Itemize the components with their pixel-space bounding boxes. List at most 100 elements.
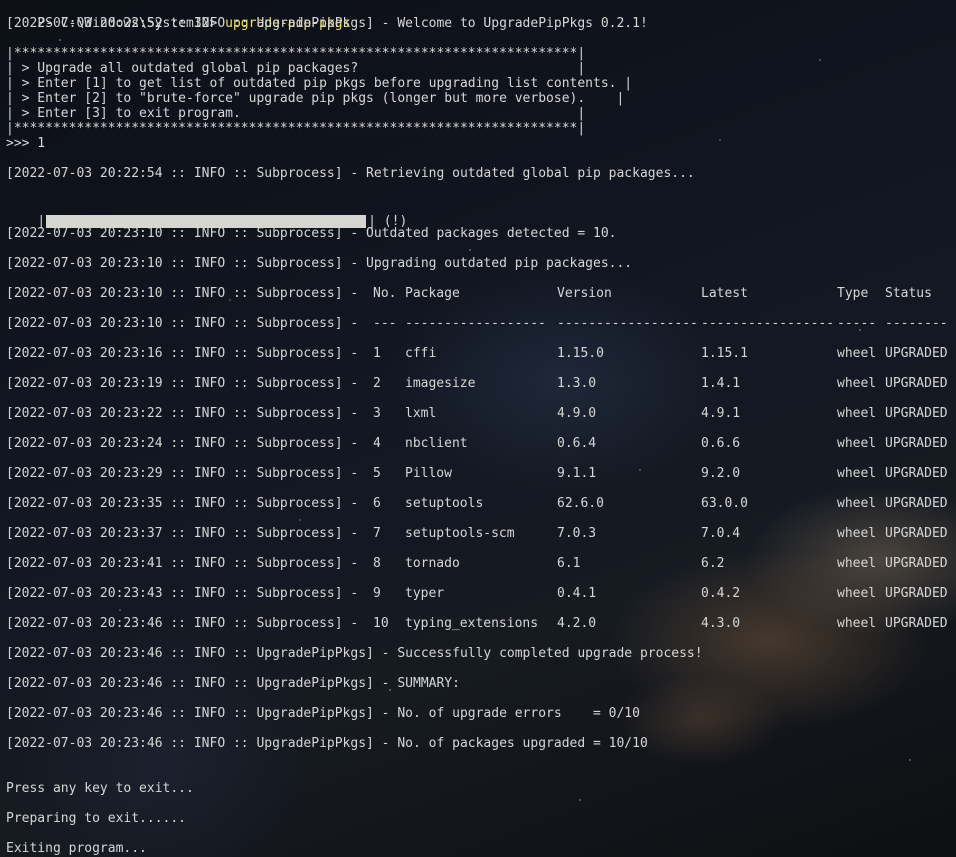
cell-latest: 1.15.1 xyxy=(701,346,748,361)
separator-type: ----- xyxy=(837,316,877,331)
cell-type: wheel xyxy=(837,466,877,481)
cell-status: UPGRADED xyxy=(885,376,948,391)
separator-status: -------- xyxy=(885,316,948,331)
cell-latest: 0.4.2 xyxy=(701,586,741,601)
cell-status: UPGRADED xyxy=(885,616,948,631)
press-key-line: Press any key to exit... xyxy=(6,781,194,796)
cell-type: wheel xyxy=(837,556,877,571)
column-header-version: Version xyxy=(557,286,612,301)
prompt-line: PS C:\Windows\System32> upgrade-pip-pkgs xyxy=(6,1,350,31)
log-line-completed: [2022-07-03 20:23:46 :: INFO :: UpgradeP… xyxy=(6,646,703,661)
cell-version: 4.2.0 xyxy=(557,616,597,631)
cell-no: 9 xyxy=(373,586,381,601)
cell-package: typer xyxy=(405,586,445,601)
cell-type: wheel xyxy=(837,436,877,451)
table-row: [2022-07-03 20:23:24 :: INFO :: Subproce… xyxy=(6,436,956,451)
cell-status: UPGRADED xyxy=(885,436,948,451)
table-row: [2022-07-03 20:23:16 :: INFO :: Subproce… xyxy=(6,346,956,361)
progress-bar: | | (!) xyxy=(6,196,407,229)
cell-latest: 9.2.0 xyxy=(701,466,741,481)
menu-line: | > Upgrade all outdated global pip pack… xyxy=(6,61,586,76)
exiting-line: Exiting program... xyxy=(6,841,147,856)
table-row: [2022-07-03 20:23:19 :: INFO :: Subproce… xyxy=(6,376,956,391)
cell-latest: 7.0.4 xyxy=(701,526,741,541)
cell-version: 7.0.3 xyxy=(557,526,597,541)
table-separator-row: [2022-07-03 20:23:10 :: INFO :: Subproce… xyxy=(6,316,956,331)
log-line-errors: [2022-07-03 20:23:46 :: INFO :: UpgradeP… xyxy=(6,706,640,721)
cell-no: 4 xyxy=(373,436,381,451)
cell-type: wheel xyxy=(837,526,877,541)
cell-version: 62.6.0 xyxy=(557,496,604,511)
cell-latest: 4.9.1 xyxy=(701,406,741,421)
cell-type: wheel xyxy=(837,376,877,391)
table-row: [2022-07-03 20:23:46 :: INFO :: Subproce… xyxy=(6,616,956,631)
cell-type: wheel xyxy=(837,586,877,601)
column-header-type: Type xyxy=(837,286,869,301)
cell-status: UPGRADED xyxy=(885,406,948,421)
log-line-retrieving: [2022-07-03 20:22:54 :: INFO :: Subproce… xyxy=(6,166,695,181)
log-prefix: [2022-07-03 20:23:43 :: INFO :: Subproce… xyxy=(6,586,367,601)
menu-line: | > Enter [1] to get list of outdated pi… xyxy=(6,76,633,91)
log-prefix: [2022-07-03 20:23:29 :: INFO :: Subproce… xyxy=(6,466,367,481)
column-header-status: Status xyxy=(885,286,932,301)
cell-type: wheel xyxy=(837,406,877,421)
cell-version: 0.6.4 xyxy=(557,436,597,451)
cell-no: 6 xyxy=(373,496,381,511)
separator-package: ------------------ xyxy=(405,316,546,331)
terminal-window[interactable]: PS C:\Windows\System32> upgrade-pip-pkgs… xyxy=(6,0,956,857)
cell-status: UPGRADED xyxy=(885,586,948,601)
preparing-exit-line: Preparing to exit...... xyxy=(6,811,187,826)
cell-no: 3 xyxy=(373,406,381,421)
cell-package: setuptools xyxy=(405,496,484,511)
menu-input-line: >>> 1 xyxy=(6,136,46,151)
menu-border-top: |***************************************… xyxy=(6,46,586,61)
cell-package: imagesize xyxy=(405,376,476,391)
cell-status: UPGRADED xyxy=(885,556,948,571)
welcome-line: [2022-07-03 20:22:52 :: INFO :: UpgradeP… xyxy=(6,16,648,31)
column-header-package: Package xyxy=(405,286,460,301)
cell-latest: 0.6.6 xyxy=(701,436,741,451)
table-row: [2022-07-03 20:23:43 :: INFO :: Subproce… xyxy=(6,586,956,601)
cell-version: 0.4.1 xyxy=(557,586,597,601)
cell-status: UPGRADED xyxy=(885,496,948,511)
cell-version: 6.1 xyxy=(557,556,581,571)
log-prefix: [2022-07-03 20:23:10 :: INFO :: Subproce… xyxy=(6,316,367,331)
cell-type: wheel xyxy=(837,346,877,361)
cell-package: Pillow xyxy=(405,466,452,481)
cell-no: 10 xyxy=(373,616,389,631)
cell-type: wheel xyxy=(837,616,877,631)
log-prefix: [2022-07-03 20:23:19 :: INFO :: Subproce… xyxy=(6,376,367,391)
menu-line: | > Enter [2] to "brute-force" upgrade p… xyxy=(6,91,625,106)
separator-version: ------------------ xyxy=(557,316,698,331)
log-prefix: [2022-07-03 20:23:46 :: INFO :: Subproce… xyxy=(6,616,367,631)
log-prefix: [2022-07-03 20:23:41 :: INFO :: Subproce… xyxy=(6,556,367,571)
cell-latest: 1.4.1 xyxy=(701,376,741,391)
log-prefix: [2022-07-03 20:23:22 :: INFO :: Subproce… xyxy=(6,406,367,421)
log-line-upgrading: [2022-07-03 20:23:10 :: INFO :: Subproce… xyxy=(6,256,633,271)
cell-status: UPGRADED xyxy=(885,466,948,481)
cell-no: 7 xyxy=(373,526,381,541)
log-prefix: [2022-07-03 20:23:10 :: INFO :: Subproce… xyxy=(6,286,367,301)
cell-status: UPGRADED xyxy=(885,346,948,361)
cell-package: tornado xyxy=(405,556,460,571)
cell-no: 1 xyxy=(373,346,381,361)
cell-latest: 4.3.0 xyxy=(701,616,741,631)
log-prefix: [2022-07-03 20:23:35 :: INFO :: Subproce… xyxy=(6,496,367,511)
log-prefix: [2022-07-03 20:23:37 :: INFO :: Subproce… xyxy=(6,526,367,541)
menu-line: | > Enter [3] to exit program. | xyxy=(6,106,586,121)
log-prefix: [2022-07-03 20:23:24 :: INFO :: Subproce… xyxy=(6,436,367,451)
cell-version: 9.1.1 xyxy=(557,466,597,481)
log-line-summary: [2022-07-03 20:23:46 :: INFO :: UpgradeP… xyxy=(6,676,460,691)
log-prefix: [2022-07-03 20:23:16 :: INFO :: Subproce… xyxy=(6,346,367,361)
table-row: [2022-07-03 20:23:29 :: INFO :: Subproce… xyxy=(6,466,956,481)
cell-package: nbclient xyxy=(405,436,468,451)
cell-package: setuptools-scm xyxy=(405,526,515,541)
cell-package: lxml xyxy=(405,406,437,421)
table-header-row: [2022-07-03 20:23:10 :: INFO :: Subproce… xyxy=(6,286,956,301)
table-row: [2022-07-03 20:23:22 :: INFO :: Subproce… xyxy=(6,406,956,421)
table-row: [2022-07-03 20:23:35 :: INFO :: Subproce… xyxy=(6,496,956,511)
cell-status: UPGRADED xyxy=(885,526,948,541)
menu-border-bottom: |***************************************… xyxy=(6,121,586,136)
cell-no: 8 xyxy=(373,556,381,571)
cell-package: typing_extensions xyxy=(405,616,539,631)
